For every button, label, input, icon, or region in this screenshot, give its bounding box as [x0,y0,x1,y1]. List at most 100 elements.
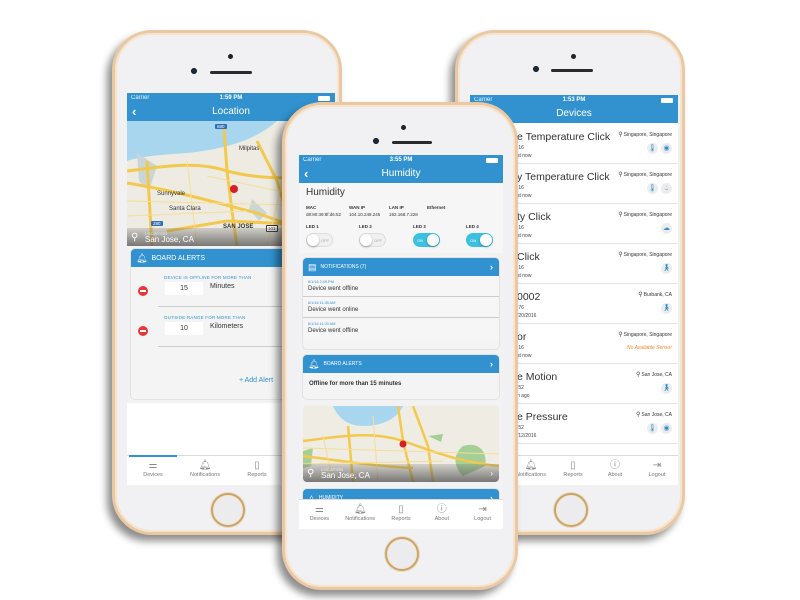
toggle-state: ON [470,238,476,243]
device-location-text: Singapore, Singapore [623,252,672,258]
led-2-toggle[interactable]: OFF [359,233,386,247]
location-map[interactable]: ⚲ LOCATION San Jose, CA › [303,406,499,482]
tab-label: About [434,516,449,522]
board-alert-summary: Offline for more than 15 minutes [309,381,402,387]
device-name: e Motion [517,371,558,383]
toggle-knob [360,234,372,246]
device-last-seen: st now [517,273,532,279]
highway-shield-280: 280 [151,221,163,226]
tab-devices[interactable]: ⚌ Devices [299,500,340,529]
tab-about[interactable]: ⓘAbout [594,456,636,485]
tab-reports[interactable]: ▯ Reports [552,456,594,485]
device-row[interactable]: e Pressure:52/12/2016 ⚲San Jose, CA 🌡︎ ◉ [517,404,678,444]
remove-alert-button[interactable] [138,286,148,296]
alert-value-input[interactable]: 10 [165,322,203,335]
highway-shield-680: 680 [215,124,227,129]
alert-value-input[interactable]: 15 [165,282,203,295]
tab-logout[interactable]: ⇥ Logout [462,500,503,529]
led-label: LED 2 [359,224,372,229]
notification-item[interactable]: 6/1/16 2:49 PM Device went offline [303,276,499,297]
notifications-title: NOTIFICATIONS (7) [320,264,367,270]
speaker-grille [551,69,593,72]
led-label: LED 4 [466,224,479,229]
front-camera [373,138,379,144]
alert-unit: Minutes [210,283,235,290]
battery-icon [661,98,673,103]
board-alerts-header[interactable]: 🔔︎ BOARD ALERTS › [303,355,499,373]
tab-devices[interactable]: ⚌ Devices [127,455,179,485]
chevron-right-icon: › [490,262,493,272]
home-button[interactable] [211,493,245,527]
sensor-icons: 🚶︎ [661,383,672,394]
humidity-screen: Carrier 3:55 PM ‹ Humidity Humidity MAC … [299,155,503,529]
device-location-text: San Jose, CA [641,412,672,418]
nav-bar: Carrier 3:55 PM ‹ Humidity [299,155,503,183]
device-row[interactable]: ty Click:16 st now ⚲Singapore, Singapore ☁ [517,204,678,244]
device-last-seen: st now [517,353,532,359]
front-camera [191,68,197,74]
device-row[interactable]: e Motion:52 n ago ⚲San Jose, CA 🚶︎ [517,364,678,404]
clock: 1:53 PM [562,97,586,103]
device-location-text: Burbank, CA [643,292,672,298]
device-row[interactable]: e Temperature Click:16 st now ⚲Singapore, … [517,124,678,164]
notification-item[interactable]: 6/1/16 11:20 AM Device went offline [303,318,499,339]
led-3-toggle[interactable]: ON [413,233,440,247]
remove-alert-button[interactable] [138,326,148,336]
bell-icon: 🔔︎ [136,252,148,263]
page-title: Humidity [381,168,421,179]
device-row[interactable]: Click:16 st now ⚲Singapore, Singapore 🚶︎ [517,244,678,284]
front-camera [533,66,539,72]
device-row[interactable]: or:16 st now ⚲Singapore, Singapore No Avail… [517,324,678,364]
no-sensor-label: No Available Sensor [626,345,672,351]
home-button[interactable] [385,537,419,571]
device-title: Humidity [306,187,345,198]
tab-logout[interactable]: ⇥ Logout [636,456,678,485]
field-key: Ethernet [427,205,446,210]
clock: 3:55 PM [389,157,413,163]
tab-notifications[interactable]: 🔔︎ Notifications [340,500,381,529]
toggle-knob [427,234,439,246]
board-alerts-card: 🔔︎ BOARD ALERTS › Offline for more than … [303,355,499,399]
notification-item[interactable]: 6/1/16 11:35 AM Device went online [303,297,499,318]
device-location: ⚲Singapore, Singapore [618,331,672,338]
camera-dot [228,54,233,59]
device-location-text: San Jose, CA [641,372,672,378]
notification-time: 6/1/16 11:35 AM [308,301,336,305]
map-pin-icon: ⚲ [307,468,315,479]
device-row[interactable]: 0002:76/20/2016 ⚲Burbank, CA 🚶︎ [517,284,678,324]
pressure-icon: ◉ [661,143,672,154]
device-location: ⚲Singapore, Singapore [618,171,672,178]
led-1-toggle[interactable]: OFF [306,233,333,247]
device-row[interactable]: y Temperature Click:16 st now ⚲Singapore, … [517,164,678,204]
status-bar: Carrier 1:59 PM [127,93,335,104]
tab-label: Notifications [345,516,376,522]
map-pin-icon: ⚲ [131,232,139,243]
battery-icon [318,96,330,101]
location-city: San Jose, CA [321,471,370,480]
report-icon: ▯ [254,460,260,471]
home-button[interactable] [554,493,588,527]
report-icon: ▯ [398,504,404,515]
map-label-santa-clara: Santa Clara [169,206,201,212]
device-list[interactable]: e Temperature Click:16 st now ⚲Singapore, … [517,124,678,455]
led-4-toggle[interactable]: ON [466,233,493,247]
notifications-card: ▤ NOTIFICATIONS (7) › 6/1/16 2:49 PM Dev… [303,258,499,349]
device-location: ⚲San Jose, CA [636,371,672,378]
report-icon: ▯ [570,460,576,471]
device-id: :52 [517,425,524,431]
board-alerts-title: BOARD ALERTS [151,254,205,262]
device-name: Click [517,251,540,263]
info-icon: ⓘ [436,504,447,515]
tab-about[interactable]: ⓘAbout [421,500,462,529]
location-overlay: ⚲ LOCATION San Jose, CA › [303,464,499,482]
tab-notifications[interactable]: 🔔︎ Notifications [179,456,231,485]
back-button[interactable]: ‹ [304,166,308,182]
tab-reports[interactable]: ▯ Reports [381,500,422,529]
device-location: ⚲Singapore, Singapore [618,131,672,138]
notifications-header[interactable]: ▤ NOTIFICATIONS (7) › [303,258,499,276]
tab-reports[interactable]: ▯ Reports [231,456,283,485]
tab-label: Notifications [190,472,220,478]
cloud-icon: ☁ [661,223,672,234]
back-button[interactable]: ‹ [132,104,136,120]
alert-caption: OUTSIDE RANGE FOR MORE THAN [164,315,246,320]
